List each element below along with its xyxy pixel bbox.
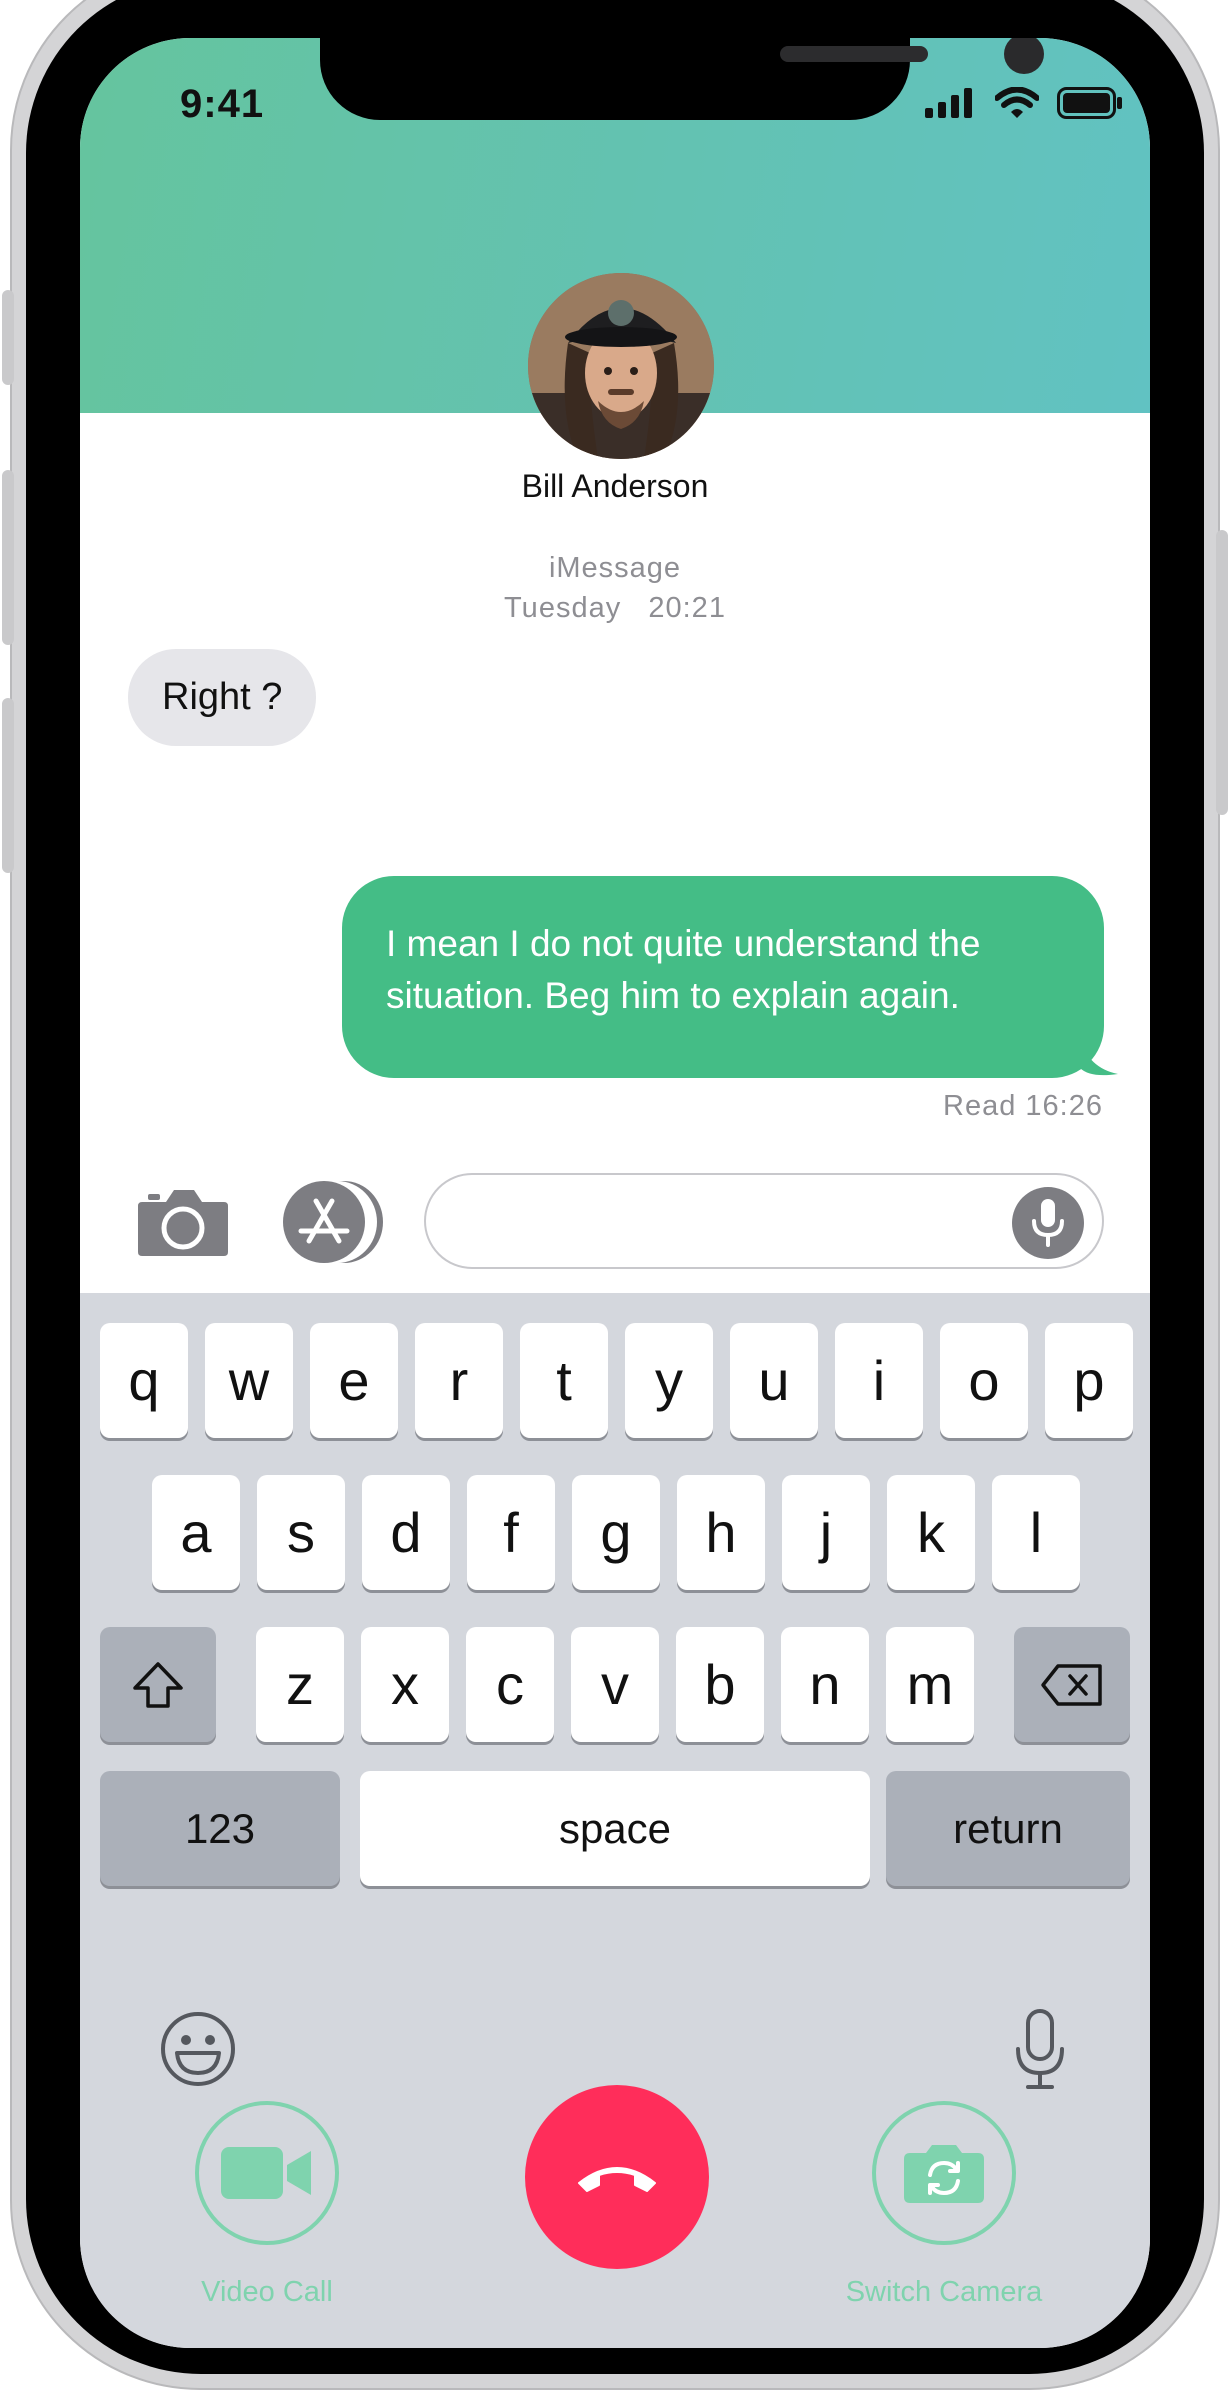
key-p[interactable]: p [1045, 1323, 1133, 1438]
outgoing-message-line: situation. Beg him to explain again. [386, 975, 960, 1016]
battery-icon [1057, 87, 1122, 119]
key-c[interactable]: c [466, 1627, 554, 1742]
microphone-icon [1032, 1199, 1064, 1247]
camera-icon[interactable] [136, 1186, 230, 1258]
outgoing-message-line: I mean I do not quite understand the [386, 923, 981, 964]
status-time: 9:41 [180, 82, 265, 126]
key-f[interactable]: f [467, 1475, 555, 1590]
numbers-key[interactable]: 123 [100, 1771, 340, 1886]
contact-name[interactable]: Bill Anderson [80, 468, 1150, 505]
emoji-icon [161, 2012, 235, 2086]
audio-message-button[interactable] [1012, 1187, 1084, 1259]
end-call-button[interactable] [525, 2085, 709, 2269]
key-k[interactable]: k [887, 1475, 975, 1590]
wifi-icon [995, 87, 1039, 118]
space-key[interactable]: space [360, 1771, 870, 1886]
key-n[interactable]: n [781, 1627, 869, 1742]
key-v[interactable]: v [571, 1627, 659, 1742]
key-u[interactable]: u [730, 1323, 818, 1438]
contact-avatar[interactable] [528, 273, 714, 459]
key-m[interactable]: m [886, 1627, 974, 1742]
shift-icon [133, 1661, 183, 1708]
key-b[interactable]: b [676, 1627, 764, 1742]
backspace-icon [1041, 1663, 1102, 1706]
thread-date: Tuesday 20:21 [504, 592, 726, 624]
thread-service-label: iMessage [548, 552, 682, 584]
key-l[interactable]: l [992, 1475, 1080, 1590]
return-key[interactable]: return [886, 1771, 1130, 1886]
incoming-message-text: Right ? [162, 676, 283, 718]
status-icons [925, 87, 1123, 119]
key-o[interactable]: o [940, 1323, 1028, 1438]
dictation-button[interactable] [1010, 2007, 1070, 2093]
notch [320, 38, 1044, 120]
key-q[interactable]: q [100, 1323, 188, 1438]
key-a[interactable]: a [152, 1475, 240, 1590]
key-r[interactable]: r [415, 1323, 503, 1438]
video-camera-icon [221, 2147, 311, 2199]
key-z[interactable]: z [256, 1627, 344, 1742]
key-g[interactable]: g [572, 1475, 660, 1590]
side-button-mute [2, 290, 14, 385]
read-receipt: Read 16:26 [943, 1090, 1103, 1122]
app-store-icon [283, 1181, 365, 1263]
key-x[interactable]: x [361, 1627, 449, 1742]
side-button-volume-down [2, 698, 14, 873]
key-s[interactable]: s [257, 1475, 345, 1590]
end-call-icon [578, 2167, 656, 2192]
switch-camera-icon [904, 2145, 984, 2203]
speaker-grille [780, 46, 928, 62]
keyboard: q w e r t y u i o p a s d f g h j k l z x c v b n m 123 space return… [80, 1293, 1150, 2348]
screen: 9:41 Bill Anderson iMessage Tuesday 20:2… [80, 38, 1150, 2348]
dictation-icon [1016, 2009, 1064, 2089]
incoming-message-bubble[interactable]: Right ? [128, 649, 317, 746]
backspace-key[interactable] [1014, 1627, 1130, 1742]
key-i[interactable]: i [835, 1323, 923, 1438]
outgoing-message-bubble[interactable]: I mean I do not quite understand the sit… [342, 876, 1104, 1078]
key-d[interactable]: d [362, 1475, 450, 1590]
app-store-button[interactable] [283, 1181, 383, 1263]
key-t[interactable]: t [520, 1323, 608, 1438]
key-y[interactable]: y [625, 1323, 713, 1438]
switch-camera-label: Switch Camera [845, 2276, 1043, 2308]
outgoing-bubble-tail [1080, 1038, 1118, 1076]
message-input[interactable] [424, 1173, 1104, 1269]
key-e[interactable]: e [310, 1323, 398, 1438]
switch-camera-button[interactable] [872, 2101, 1016, 2245]
video-call-label: Video Call [201, 2276, 333, 2308]
side-button-volume-up [2, 470, 14, 645]
signal-icon [925, 88, 972, 118]
side-button-power [1216, 530, 1228, 815]
video-call-button[interactable] [195, 2101, 339, 2245]
key-h[interactable]: h [677, 1475, 765, 1590]
emoji-button[interactable] [158, 2009, 238, 2089]
key-j[interactable]: j [782, 1475, 870, 1590]
shift-key[interactable] [100, 1627, 216, 1742]
key-w[interactable]: w [205, 1323, 293, 1438]
